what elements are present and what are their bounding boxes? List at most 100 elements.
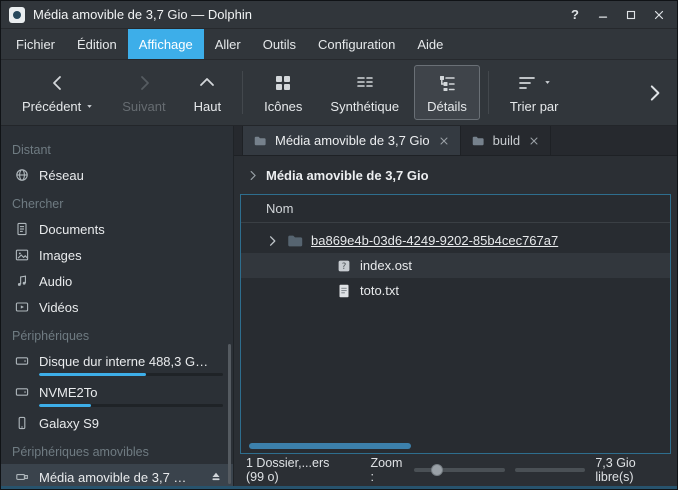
sort-by-label: Trier par bbox=[510, 99, 559, 114]
menu-edition[interactable]: Édition bbox=[66, 29, 128, 59]
menu-outils[interactable]: Outils bbox=[252, 29, 307, 59]
harddrive-icon bbox=[14, 353, 30, 369]
details-view-icon bbox=[437, 72, 457, 94]
sidebar-item-documents[interactable]: Documents bbox=[1, 216, 233, 242]
compact-view-icon bbox=[355, 72, 375, 94]
capacity-bar bbox=[39, 373, 223, 376]
sidebar-item-audio[interactable]: Audio bbox=[1, 268, 233, 294]
breadcrumb-location[interactable]: Média amovible de 3,7 Gio bbox=[266, 168, 429, 183]
free-space-bar bbox=[515, 468, 585, 472]
text-file-icon bbox=[335, 282, 353, 300]
tab-close-icon[interactable] bbox=[528, 135, 540, 147]
sidebar-item-label: Audio bbox=[39, 274, 72, 289]
section-header-chercher: Chercher bbox=[1, 188, 233, 216]
document-icon bbox=[14, 221, 30, 237]
sidebar-item-images[interactable]: Images bbox=[1, 242, 233, 268]
file-row-toto-txt[interactable]: toto.txt bbox=[241, 278, 670, 303]
menu-affichage[interactable]: Affichage bbox=[128, 29, 204, 59]
chevron-right-icon bbox=[134, 72, 154, 94]
tab-label: Média amovible de 3,7 Gio bbox=[275, 133, 430, 148]
zoom-label: Zoom : bbox=[370, 456, 404, 484]
folder-icon bbox=[253, 134, 267, 148]
file-row-folder[interactable]: ba869e4b-03d6-4249-9202-85b4cec767a7 bbox=[241, 228, 670, 253]
up-button[interactable]: Haut bbox=[181, 65, 234, 120]
close-button[interactable] bbox=[649, 5, 669, 25]
unknown-file-icon bbox=[335, 257, 353, 275]
network-icon bbox=[14, 167, 30, 183]
sort-by-button[interactable]: Trier par bbox=[497, 65, 572, 120]
file-name: index.ost bbox=[360, 258, 412, 273]
tab-bar: Média amovible de 3,7 Gio build bbox=[234, 126, 677, 156]
window-bottom-edge bbox=[1, 486, 677, 489]
menu-aide[interactable]: Aide bbox=[406, 29, 454, 59]
breadcrumb[interactable]: Média amovible de 3,7 Gio bbox=[234, 156, 677, 194]
sidebar-item-galaxy-s9[interactable]: Galaxy S9 bbox=[1, 410, 233, 436]
places-panel: Distant Réseau Chercher Documents Images… bbox=[1, 126, 234, 486]
icons-view-button[interactable]: Icônes bbox=[251, 65, 315, 120]
sidebar-item-disque-dur-interne[interactable]: Disque dur interne 488,3 G… bbox=[1, 348, 233, 379]
sidebar-item-videos[interactable]: Vidéos bbox=[1, 294, 233, 320]
back-button[interactable]: Précédent bbox=[9, 65, 107, 120]
file-row-index-ost[interactable]: index.ost bbox=[241, 253, 670, 278]
maximize-button[interactable] bbox=[621, 5, 641, 25]
menu-fichier[interactable]: Fichier bbox=[5, 29, 66, 59]
tab-media-amovible[interactable]: Média amovible de 3,7 Gio bbox=[242, 126, 461, 155]
sidebar-item-reseau[interactable]: Réseau bbox=[1, 162, 233, 188]
sidebar-item-media-amovible[interactable]: Média amovible de 3,7 … bbox=[1, 464, 233, 486]
menu-configuration[interactable]: Configuration bbox=[307, 29, 406, 59]
toolbar-overflow-button[interactable] bbox=[639, 65, 669, 120]
expand-chevron-icon[interactable] bbox=[265, 234, 279, 248]
maximize-icon bbox=[624, 8, 638, 22]
tab-close-icon[interactable] bbox=[438, 135, 450, 147]
folder-icon bbox=[286, 232, 304, 250]
usb-drive-icon bbox=[14, 469, 30, 485]
window-title: Média amovible de 3,7 Gio — Dolphin bbox=[33, 7, 252, 22]
file-view: Nom ba869e4b-03d6-4249-9202-85b4cec767a7… bbox=[240, 194, 671, 454]
section-header-peripheriques: Périphériques bbox=[1, 320, 233, 348]
zoom-slider-handle[interactable] bbox=[431, 464, 443, 476]
minimize-button[interactable] bbox=[593, 5, 613, 25]
zoom-slider[interactable] bbox=[414, 463, 505, 477]
tab-build[interactable]: build bbox=[461, 126, 551, 155]
sidebar-item-label: Documents bbox=[39, 222, 105, 237]
caret-down-icon bbox=[85, 102, 94, 111]
tab-label: build bbox=[493, 133, 520, 148]
free-space-label: 7,3 Gio libre(s) bbox=[595, 456, 667, 484]
column-header-nom[interactable]: Nom bbox=[241, 195, 670, 223]
sidebar-item-label: Images bbox=[39, 248, 82, 263]
details-view-label: Détails bbox=[427, 99, 467, 114]
sidebar-item-label: Disque dur interne 488,3 G… bbox=[39, 354, 208, 369]
menubar: Fichier Édition Affichage Aller Outils C… bbox=[1, 29, 677, 60]
icons-view-icon bbox=[273, 72, 293, 94]
icons-view-label: Icônes bbox=[264, 99, 302, 114]
capacity-bar bbox=[39, 404, 223, 407]
chevron-left-icon bbox=[48, 72, 68, 94]
eject-icon[interactable] bbox=[209, 470, 223, 484]
sidebar-item-label: Réseau bbox=[39, 168, 84, 183]
sidebar-scrollbar[interactable] bbox=[228, 344, 231, 484]
column-header-label: Nom bbox=[266, 201, 293, 216]
sidebar-item-label: Média amovible de 3,7 … bbox=[39, 470, 186, 485]
sidebar-item-nvme2to[interactable]: NVME2To bbox=[1, 379, 233, 410]
help-button[interactable]: ? bbox=[565, 5, 585, 25]
up-label: Haut bbox=[194, 99, 221, 114]
app-icon[interactable] bbox=[9, 7, 25, 23]
toolbar: Précédent Suivant Haut Icônes Synthétiqu… bbox=[1, 60, 677, 126]
horizontal-scrollbar[interactable] bbox=[249, 443, 411, 449]
file-rows: ba869e4b-03d6-4249-9202-85b4cec767a7 ind… bbox=[241, 223, 670, 303]
file-name: ba869e4b-03d6-4249-9202-85b4cec767a7 bbox=[311, 233, 558, 248]
forward-label: Suivant bbox=[122, 99, 165, 114]
caret-down-icon bbox=[543, 78, 552, 87]
minimize-icon bbox=[596, 8, 610, 22]
chevron-right-icon bbox=[246, 169, 259, 182]
titlebar: Média amovible de 3,7 Gio — Dolphin ? bbox=[1, 1, 677, 29]
window-body: Distant Réseau Chercher Documents Images… bbox=[1, 126, 677, 486]
sidebar-item-label: NVME2To bbox=[39, 385, 98, 400]
menu-aller[interactable]: Aller bbox=[204, 29, 252, 59]
forward-button[interactable]: Suivant bbox=[109, 65, 178, 120]
chevron-right-icon bbox=[643, 82, 665, 104]
details-view-button[interactable]: Détails bbox=[414, 65, 480, 120]
compact-view-button[interactable]: Synthétique bbox=[317, 65, 412, 120]
phone-icon bbox=[14, 415, 30, 431]
status-bar: 1 Dossier,...ers (99 o) Zoom : 7,3 Gio l… bbox=[234, 454, 677, 486]
